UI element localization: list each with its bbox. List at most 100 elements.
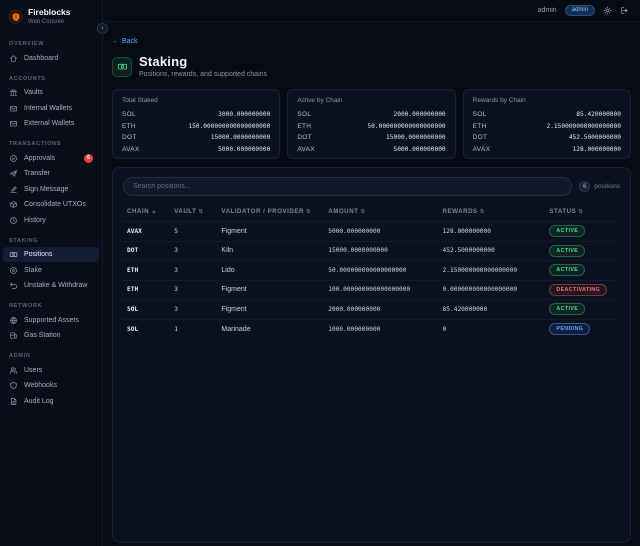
brand-subtitle: Web Console [28, 19, 64, 26]
asset-label: DOT [122, 134, 137, 142]
sidebar-item-label: Consolidate UTXOs [24, 201, 86, 209]
sidebar-item-webhooks[interactable]: Webhooks [3, 378, 99, 394]
column-header-chain[interactable]: CHAIN ▲ [123, 203, 170, 222]
rewards-cell: 85.420000000 [438, 299, 546, 320]
topbar: admin admin [103, 0, 640, 22]
card-row-dot: DOT 15000.0000000000 [297, 132, 445, 144]
position-row[interactable]: ETH 3 Figment 100.000000000000000000 0.0… [123, 279, 620, 300]
amount-cell: 100.000000000000000000 [324, 279, 439, 300]
back-link[interactable]: ← Back [112, 38, 138, 45]
table-header-row: CHAIN ▲ VAULT ⇅ VALIDATOR / PROVIDER ⇅ AMOU… [123, 203, 620, 222]
sidebar-item-sign-message[interactable]: Sign Message [3, 181, 99, 197]
amount-cell: 50.000000000000000000 [324, 260, 439, 281]
sort-icon: ⇅ [360, 209, 366, 216]
asset-value: 5000.000000000 [393, 145, 446, 153]
card-row-eth: ETH 50.000000000000000000 [297, 121, 445, 133]
back-arrow-icon: ← [112, 38, 119, 45]
sidebar-section-label: ADMIN [9, 353, 31, 360]
status-badge: DEACTIVATING [549, 283, 608, 296]
sidebar-nav: OVERVIEW Dashboard ACCOUNTS Vaults Inter… [0, 37, 102, 409]
position-row[interactable]: SOL 3 Figment 2000.000000000 85.42000000… [123, 299, 620, 320]
column-header-amount[interactable]: AMOUNT ⇅ [324, 203, 438, 222]
card-row-eth: ETH 2.150000000000000000 [473, 121, 621, 133]
sidebar-item-dashboard[interactable]: Dashboard [3, 50, 99, 66]
user-name: admin [537, 7, 557, 14]
sidebar-item-label: History [24, 216, 46, 224]
positions-count-label: positions [594, 183, 620, 191]
sidebar-item-vaults[interactable]: Vaults [3, 85, 99, 101]
vault-cell: 3 [170, 279, 218, 300]
sidebar-item-audit-log[interactable]: Audit Log [3, 393, 99, 409]
brand-name: Fireblocks [28, 7, 71, 17]
amount-cell: 1000.000000000 [324, 318, 439, 339]
validator-cell: Figment [217, 279, 325, 300]
asset-value: 3000.000000000 [218, 111, 271, 119]
sidebar-item-stake[interactable]: Stake [3, 262, 99, 278]
sidebar-section-overview: OVERVIEW Dashboard [0, 37, 102, 66]
card-row-sol: SOL 2000.000000000 [297, 109, 445, 121]
sidebar-item-label: External Wallets [24, 120, 75, 128]
logout-icon[interactable] [620, 6, 629, 15]
vault-cell: 3 [170, 260, 218, 281]
card-row-dot: DOT 15000.0000000000 [122, 132, 270, 144]
validator-cell: Figment [217, 221, 325, 242]
sidebar-item-unstake-withdraw[interactable]: Unstake & Withdraw [3, 278, 99, 294]
position-row[interactable]: ETH 3 Lido 50.000000000000000000 2.15000… [123, 260, 620, 281]
card-row-avax: AVAX 5000.000000000 [122, 144, 270, 156]
status-cell: ACTIVE [545, 260, 620, 281]
chain-cell: SOL [123, 318, 171, 339]
asset-label: AVAX [297, 145, 315, 153]
status-cell: ACTIVE [545, 299, 620, 320]
validator-cell: Figment [217, 299, 325, 320]
column-header-status[interactable]: STATUS ⇅ [545, 203, 620, 222]
rewards-cell: 0.000000000000000000 [438, 279, 546, 300]
undo-icon [9, 281, 18, 290]
amount-cell: 5000.000000000 [324, 221, 439, 242]
position-row[interactable]: SOL 1 Marinade 1000.000000000 0 PENDING [123, 318, 620, 339]
theme-toggle-icon[interactable] [603, 6, 612, 15]
sidebar-item-external-wallets[interactable]: External Wallets [3, 116, 99, 132]
sidebar-item-label: Unstake & Withdraw [24, 282, 88, 290]
asset-value: 452.5000000000 [568, 134, 621, 142]
sidebar-item-positions[interactable]: Positions [3, 246, 99, 263]
sidebar-section-label: TRANSACTIONS [9, 141, 62, 148]
sort-icon: ⇅ [578, 209, 584, 216]
sidebar-section-staking: STAKING Positions Stake Unstake & Withdr… [0, 234, 102, 294]
asset-label: ETH [472, 122, 487, 130]
sidebar-item-approvals[interactable]: Approvals 6 [3, 150, 99, 166]
validator-cell: Lido [217, 260, 325, 281]
fireblocks-logo-icon [8, 9, 23, 25]
asset-value: 150.000000000000000000 [188, 122, 271, 130]
approvals-count-badge: 6 [84, 153, 93, 163]
sidebar-item-gas-station[interactable]: Gas Station [3, 328, 99, 344]
asset-label: DOT [297, 134, 312, 142]
column-header-vault[interactable]: VAULT ⇅ [170, 203, 217, 222]
sidebar-item-internal-wallets[interactable]: Internal Wallets [3, 100, 99, 116]
asset-value: 2000.000000000 [393, 111, 446, 119]
position-row[interactable]: AVAX 5 Figment 5000.000000000 128.000000… [123, 221, 620, 242]
sidebar-item-label: Stake [24, 266, 42, 274]
sidebar-collapse-button[interactable]: ‹ [97, 23, 108, 34]
column-header-rewards[interactable]: REWARDS ⇅ [439, 203, 546, 222]
sidebar-item-history[interactable]: History [3, 212, 99, 228]
sidebar-item-users[interactable]: Users [3, 362, 99, 378]
sidebar-item-transfer[interactable]: Transfer [3, 166, 99, 182]
sidebar-item-consolidate-utxos[interactable]: Consolidate UTXOs [3, 197, 99, 213]
rewards-cell: 128.000000000 [438, 221, 546, 242]
sidebar-item-supported-assets[interactable]: Supported Assets [3, 312, 99, 328]
positions-count-badge: 6 [579, 181, 591, 193]
sidebar-item-label: Internal Wallets [24, 104, 72, 112]
asset-label: ETH [297, 122, 312, 130]
sidebar-item-label: Supported Assets [24, 316, 79, 324]
position-row[interactable]: DOT 3 Kiln 15000.0000000000 452.50000000… [123, 240, 620, 261]
card-row-sol: SOL 85.420000000 [473, 109, 621, 121]
globe-icon [9, 316, 18, 325]
search-input[interactable] [123, 177, 573, 197]
status-badge: ACTIVE [549, 244, 586, 257]
amount-cell: 15000.0000000000 [324, 240, 439, 261]
status-cell: ACTIVE [545, 221, 620, 242]
column-header-validator-provider[interactable]: VALIDATOR / PROVIDER ⇅ [217, 203, 324, 222]
card-row-eth: ETH 150.000000000000000000 [122, 121, 270, 133]
sidebar-item-label: Vaults [24, 89, 43, 97]
box-icon [9, 200, 18, 209]
